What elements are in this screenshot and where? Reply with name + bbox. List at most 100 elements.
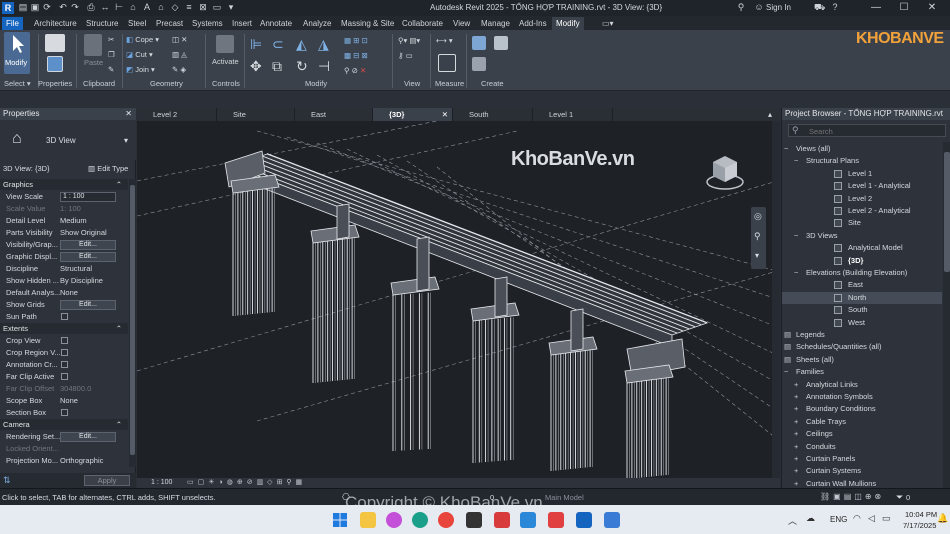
copy-icon[interactable]: ⧉: [272, 58, 282, 75]
sync-icon[interactable]: ⟳: [42, 2, 52, 12]
help-icon[interactable]: ?: [830, 2, 840, 12]
browser-scrollbar[interactable]: [943, 142, 950, 488]
tab-view[interactable]: View: [449, 17, 474, 30]
redo-icon[interactable]: ↷: [70, 2, 80, 12]
navbar-menu-icon[interactable]: ▾: [755, 251, 759, 260]
browser-item[interactable]: −3D Views: [782, 230, 942, 242]
view-tab-3d[interactable]: {3D} ✕: [373, 108, 453, 121]
mirror-axis-icon[interactable]: ◭: [296, 36, 307, 53]
selection-options-icons[interactable]: ⛓▣▤◫⊕⊗: [820, 492, 884, 501]
expand-node-icon[interactable]: +: [794, 428, 798, 440]
property-value[interactable]: By Discipline: [60, 275, 103, 287]
undo-icon[interactable]: ↶: [58, 2, 68, 12]
property-value[interactable]: Medium: [60, 215, 87, 227]
view-scale[interactable]: 1 : 100: [151, 479, 172, 486]
view-tool-2-icon[interactable]: ⚷ ▭: [398, 51, 413, 60]
close-properties-icon[interactable]: ✕: [125, 108, 132, 120]
cope-button[interactable]: ◧ Cope ▾: [126, 35, 159, 44]
sign-in-button[interactable]: Sign In: [766, 3, 791, 12]
autocad-icon[interactable]: [548, 512, 564, 528]
collapse-node-icon[interactable]: −: [784, 143, 788, 155]
binoculars-icon[interactable]: ⚲: [736, 2, 746, 12]
view-control-icons[interactable]: ▭▢☀◑◍⊕⊘▥◇⊞⚲▦: [187, 478, 306, 486]
property-edit-button[interactable]: Edit...: [60, 240, 116, 250]
trim-extend-icon[interactable]: ⊣: [318, 58, 330, 75]
navigation-bar[interactable]: ◎ ⚲ ▾: [751, 207, 766, 269]
browser-item[interactable]: Level 1: [782, 168, 942, 180]
property-checkbox[interactable]: [61, 361, 68, 368]
dimension-icon[interactable]: ⊢: [114, 2, 124, 12]
save-icon[interactable]: ▣: [30, 2, 40, 12]
create-group-icon[interactable]: [472, 36, 486, 50]
properties-scrollbar[interactable]: [129, 179, 136, 467]
collapse-icon[interactable]: ⌃: [116, 179, 122, 190]
property-checkbox[interactable]: [61, 409, 68, 416]
paste-icon[interactable]: [84, 34, 102, 56]
tray-app-icon[interactable]: ☁: [806, 513, 815, 524]
view-tab-east[interactable]: East: [295, 108, 373, 121]
notifications-icon[interactable]: 🔔: [937, 513, 948, 524]
windows-start-icon[interactable]: [332, 512, 348, 528]
cart-icon[interactable]: ⛟: [814, 2, 825, 12]
clock-time[interactable]: 10:04 PM: [905, 510, 937, 519]
view-tab-level-2[interactable]: Level 2: [137, 108, 217, 121]
measure-icon[interactable]: ↔: [100, 2, 110, 12]
tab-architecture[interactable]: Architecture: [30, 17, 81, 30]
property-checkbox[interactable]: [61, 337, 68, 344]
minimize-button[interactable]: —: [866, 1, 886, 15]
tab-precast[interactable]: Precast: [152, 17, 187, 30]
collapse-node-icon[interactable]: −: [784, 366, 788, 378]
browser-item[interactable]: Level 2: [782, 193, 942, 205]
match-properties-icon[interactable]: ✎: [108, 65, 114, 74]
join-button[interactable]: ◩ Join ▾: [126, 65, 155, 74]
pin-icon[interactable]: ⚲ ⊘ ✕: [344, 66, 366, 75]
tab-massing-site[interactable]: Massing & Site: [337, 17, 398, 30]
browser-item[interactable]: + Annotation Symbols: [782, 391, 942, 403]
model-selector[interactable]: Main Model: [545, 493, 584, 502]
edit-type-button[interactable]: ▥ Edit Type: [88, 162, 128, 175]
print-icon[interactable]: ⎙: [86, 2, 96, 12]
property-value[interactable]: Structural: [60, 263, 92, 275]
property-value[interactable]: None: [60, 287, 78, 299]
browser-item[interactable]: + Cable Trays: [782, 416, 942, 428]
activate-button[interactable]: Activate: [212, 57, 239, 66]
browser-item[interactable]: + Conduits: [782, 441, 942, 453]
tab-systems[interactable]: Systems: [188, 17, 227, 30]
volume-icon[interactable]: ◁: [868, 513, 875, 524]
property-value[interactable]: Show Original: [60, 227, 107, 239]
tag-icon[interactable]: ⌂: [128, 2, 138, 12]
tab-analyze[interactable]: Analyze: [299, 17, 335, 30]
edge-icon[interactable]: [412, 512, 428, 528]
wps-icon[interactable]: [494, 512, 510, 528]
search-box[interactable]: ⚲: [788, 124, 946, 137]
instance-selector[interactable]: 3D View: {3D}: [3, 162, 50, 175]
expand-node-icon[interactable]: +: [794, 465, 798, 477]
section-graphics[interactable]: Graphics ⌃: [0, 179, 128, 190]
property-checkbox[interactable]: [61, 373, 68, 380]
activate-icon[interactable]: [216, 35, 234, 53]
tab-annotate[interactable]: Annotate: [256, 17, 296, 30]
browser-item[interactable]: + Boundary Conditions: [782, 403, 942, 415]
close-tab-icon[interactable]: ✕: [442, 108, 448, 121]
apply-button[interactable]: Apply: [84, 475, 130, 486]
revit-taskbar-icon[interactable]: [576, 512, 592, 528]
tray-chevron-icon[interactable]: ︿: [788, 514, 797, 527]
expand-node-icon[interactable]: +: [794, 391, 798, 403]
cut-clipboard-icon[interactable]: ✂: [108, 35, 114, 44]
dimension-tool-icon[interactable]: [438, 54, 456, 72]
expand-node-icon[interactable]: +: [794, 403, 798, 415]
battery-icon[interactable]: ▭: [882, 513, 891, 524]
browser-scroll-thumb[interactable]: [944, 152, 950, 272]
user-icon[interactable]: ☺: [754, 2, 764, 12]
select-panel-label[interactable]: Select ▾: [4, 79, 31, 88]
property-input[interactable]: 1 : 100: [60, 192, 116, 202]
view-tabs-menu-icon[interactable]: ▴: [768, 110, 772, 119]
type-selector[interactable]: ⌂ 3D View ▾: [0, 120, 136, 160]
browser-item[interactable]: ▤ Schedules/Quantities (all): [782, 341, 942, 353]
canvas-vertical-scrollbar[interactable]: [772, 121, 780, 478]
tab-add-ins[interactable]: Add-Ins: [515, 17, 551, 30]
create-assembly-icon[interactable]: [494, 36, 508, 50]
view-tab-south[interactable]: South: [453, 108, 533, 121]
zoom-icon[interactable]: ⚲: [754, 231, 761, 242]
browser-item[interactable]: North: [782, 291, 942, 304]
